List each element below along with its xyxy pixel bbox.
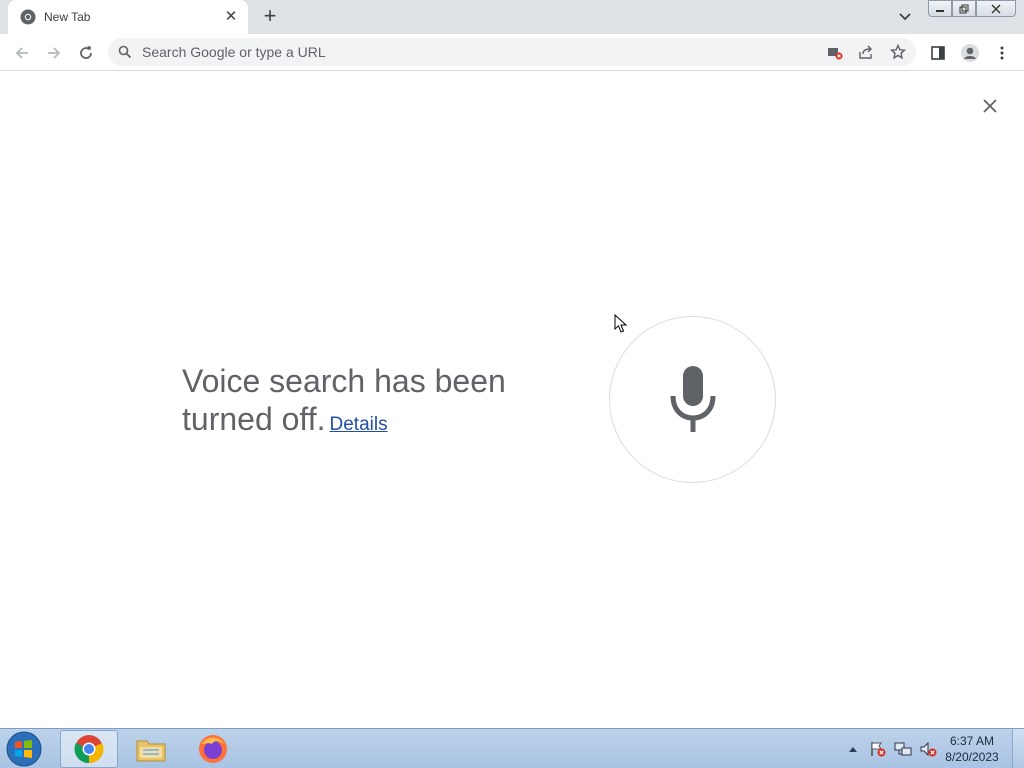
reload-icon — [80, 46, 92, 59]
search-icon — [118, 45, 132, 64]
microphone-icon — [670, 365, 715, 432]
tab-title: New Tab — [44, 10, 91, 24]
firefox-icon — [199, 735, 227, 763]
profile-button[interactable] — [958, 41, 982, 65]
action-center-flag-icon[interactable] — [867, 738, 889, 760]
show-hidden-icons-button[interactable] — [842, 738, 864, 760]
chevron-up-icon — [849, 747, 857, 752]
back-arrow-icon — [15, 47, 28, 59]
chevron-down-icon — [899, 13, 911, 21]
start-button[interactable] — [4, 730, 46, 768]
browser-toolbar — [0, 34, 1024, 71]
side-panel-button[interactable] — [926, 41, 950, 65]
taskbar-chrome[interactable] — [60, 730, 118, 768]
kebab-menu-icon — [1000, 46, 1004, 60]
tab-new-tab[interactable]: New Tab ✕ — [8, 0, 248, 34]
reload-button[interactable] — [74, 41, 98, 65]
tab-strip: New Tab ✕ + — [0, 0, 1024, 34]
folder-icon — [136, 740, 166, 762]
window-close-button[interactable] — [976, 0, 1016, 17]
tab-search-button[interactable] — [894, 6, 916, 28]
restore-button[interactable] — [952, 0, 976, 17]
windows-start-icon — [6, 731, 42, 767]
tab-close-icon[interactable]: ✕ — [222, 8, 240, 26]
share-icon[interactable] — [857, 43, 875, 61]
details-link[interactable]: Details — [330, 414, 388, 435]
forward-button[interactable] — [42, 41, 66, 65]
profile-avatar-icon — [961, 44, 979, 62]
close-icon — [983, 99, 997, 113]
side-panel-icon — [931, 46, 945, 60]
taskbar-file-explorer[interactable] — [122, 730, 180, 768]
chrome-icon — [74, 735, 104, 764]
voice-status-message: Voice search has been turned off. Details — [182, 362, 562, 444]
taskbar-clock[interactable]: 6:37 AM 8/20/2023 — [940, 733, 1004, 765]
chrome-menu-button[interactable] — [990, 41, 1014, 65]
voice-search-overlay: Voice search has been turned off. Details — [0, 72, 1024, 728]
forward-arrow-icon — [48, 47, 61, 59]
chrome-icon — [20, 9, 36, 25]
screen: New Tab ✕ + Search Google or type a URL … — [0, 0, 1024, 768]
address-bar-input[interactable] — [142, 38, 742, 66]
clock-time: 6:37 AM — [949, 734, 995, 748]
taskbar-firefox[interactable] — [184, 730, 242, 768]
show-desktop-button[interactable] — [1012, 729, 1024, 768]
mouse-cursor-icon — [614, 313, 628, 339]
taskbar: 6:37 AM 8/20/2023 — [0, 728, 1024, 768]
clock-date: 8/20/2023 — [945, 750, 999, 764]
system-tray — [842, 729, 942, 768]
camera-blocked-icon[interactable] — [826, 43, 844, 61]
network-icon[interactable] — [892, 738, 914, 760]
new-tab-button[interactable]: + — [258, 5, 282, 29]
window-controls — [928, 0, 1016, 18]
restore-icon — [959, 4, 969, 13]
omnibox[interactable] — [108, 38, 916, 66]
volume-muted-icon[interactable] — [917, 738, 939, 760]
bookmark-star-icon[interactable] — [889, 43, 907, 61]
minimize-icon — [936, 9, 944, 12]
overlay-close-button[interactable] — [980, 96, 1000, 116]
minimize-button[interactable] — [928, 0, 952, 17]
close-icon — [991, 4, 1001, 13]
back-button[interactable] — [10, 41, 34, 65]
microphone-button[interactable] — [609, 316, 776, 483]
